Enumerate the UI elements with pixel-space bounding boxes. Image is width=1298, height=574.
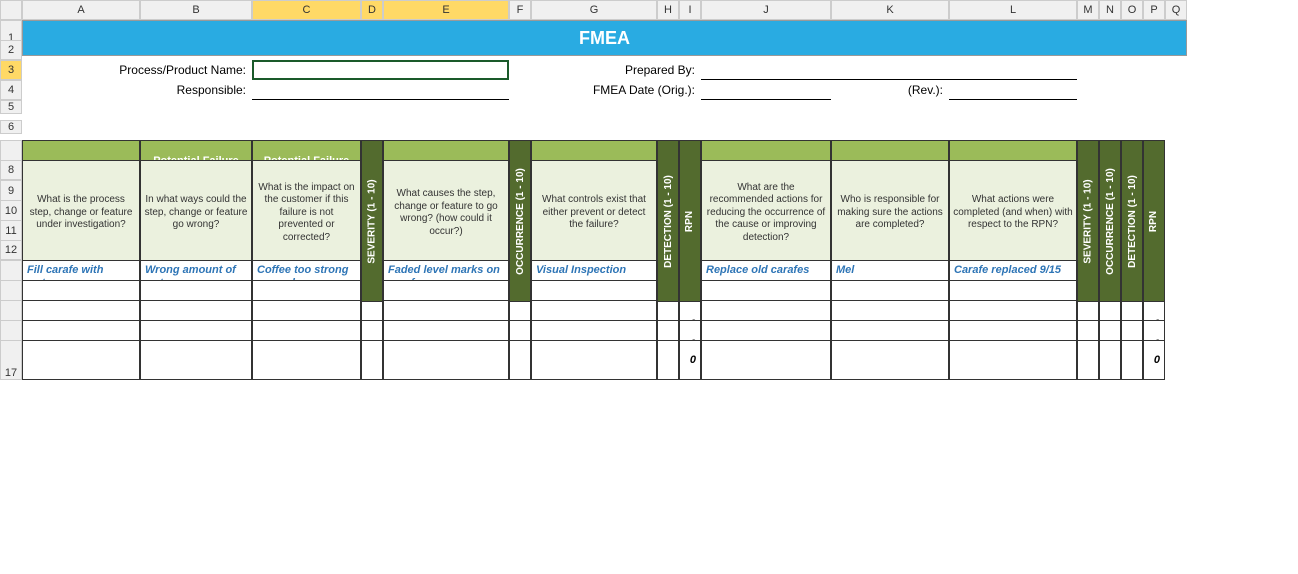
th-rpn2: RPN (1143, 140, 1165, 302)
row-header-11[interactable]: 11 (0, 220, 22, 242)
process-product-input[interactable] (252, 60, 509, 80)
row-header-5[interactable]: 5 (0, 100, 22, 114)
col-header-D[interactable]: D (361, 0, 383, 20)
row-header-9[interactable]: 9 (0, 180, 22, 202)
fmea-date-input[interactable] (701, 80, 831, 100)
col-header-K[interactable]: K (831, 0, 949, 20)
th-occurrence2: OCCURRENCE (1 - 10) (1099, 140, 1121, 302)
col-header-F[interactable]: F (509, 0, 531, 20)
th-detection: DETECTION (1 - 10) (657, 140, 679, 302)
prepared-by-label: Prepared By: (509, 60, 701, 80)
desc-failure-mode: In what ways could the step, change or f… (140, 160, 252, 266)
fmea-date-label: FMEA Date (Orig.): (509, 80, 701, 100)
desc-action: What are the recommended actions for red… (701, 160, 831, 266)
desc-causes: What causes the step, change or feature … (383, 160, 509, 266)
col-header-A[interactable]: A (22, 0, 140, 20)
col-header-I[interactable]: I (679, 0, 701, 20)
col-header-P[interactable]: P (1143, 0, 1165, 20)
select-all-corner[interactable] (0, 0, 22, 20)
process-product-label: Process/Product Name: (22, 60, 252, 80)
spreadsheet-grid[interactable]: A B C D E F G H I J K L M N O P Q 1 FMEA… (0, 0, 1298, 360)
row-header-10[interactable]: 10 (0, 200, 22, 222)
row-header-4[interactable]: 4 (0, 80, 22, 100)
th-severity: SEVERITY (1 - 10) (361, 140, 383, 302)
desc-process-step: What is the process step, change or feat… (22, 160, 140, 266)
prepared-by-input[interactable] (701, 60, 1077, 80)
desc-controls: What controls exist that either prevent … (531, 160, 657, 266)
row-header-17[interactable]: 17 (0, 340, 22, 380)
col-header-H[interactable]: H (657, 0, 679, 20)
th-detection2: DETECTION (1 - 10) (1121, 140, 1143, 302)
desc-resp: Who is responsible for making sure the a… (831, 160, 949, 266)
col-header-O[interactable]: O (1121, 0, 1143, 20)
row-header-6[interactable]: 6 (0, 120, 22, 134)
responsible-label: Responsible: (22, 80, 252, 100)
responsible-input[interactable] (252, 80, 509, 100)
col-header-N[interactable]: N (1099, 0, 1121, 20)
th-rpn: RPN (679, 140, 701, 302)
col-header-C[interactable]: C (252, 0, 361, 20)
col-header-Q[interactable]: Q (1165, 0, 1187, 20)
desc-failure-effects: What is the impact on the customer if th… (252, 160, 361, 266)
col-header-B[interactable]: B (140, 0, 252, 20)
th-severity2: SEVERITY (1 - 10) (1077, 140, 1099, 302)
col-header-L[interactable]: L (949, 0, 1077, 20)
col-header-E[interactable]: E (383, 0, 509, 20)
row-header-8[interactable]: 8 (0, 160, 22, 180)
rpn2-17[interactable]: 0 (1143, 340, 1165, 380)
desc-actions-taken: What actions were completed (and when) w… (949, 160, 1077, 266)
row-header-12[interactable]: 12 (0, 240, 22, 260)
col-header-G[interactable]: G (531, 0, 657, 20)
row-header-3[interactable]: 3 (0, 60, 22, 80)
rev-input[interactable] (949, 80, 1077, 100)
col-header-M[interactable]: M (1077, 0, 1099, 20)
row-header-2[interactable]: 2 (0, 40, 22, 60)
th-occurrence: OCCURRENCE (1 - 10) (509, 140, 531, 302)
col-header-J[interactable]: J (701, 0, 831, 20)
rpn-17[interactable]: 0 (679, 340, 701, 380)
rev-label: (Rev.): (831, 80, 949, 100)
